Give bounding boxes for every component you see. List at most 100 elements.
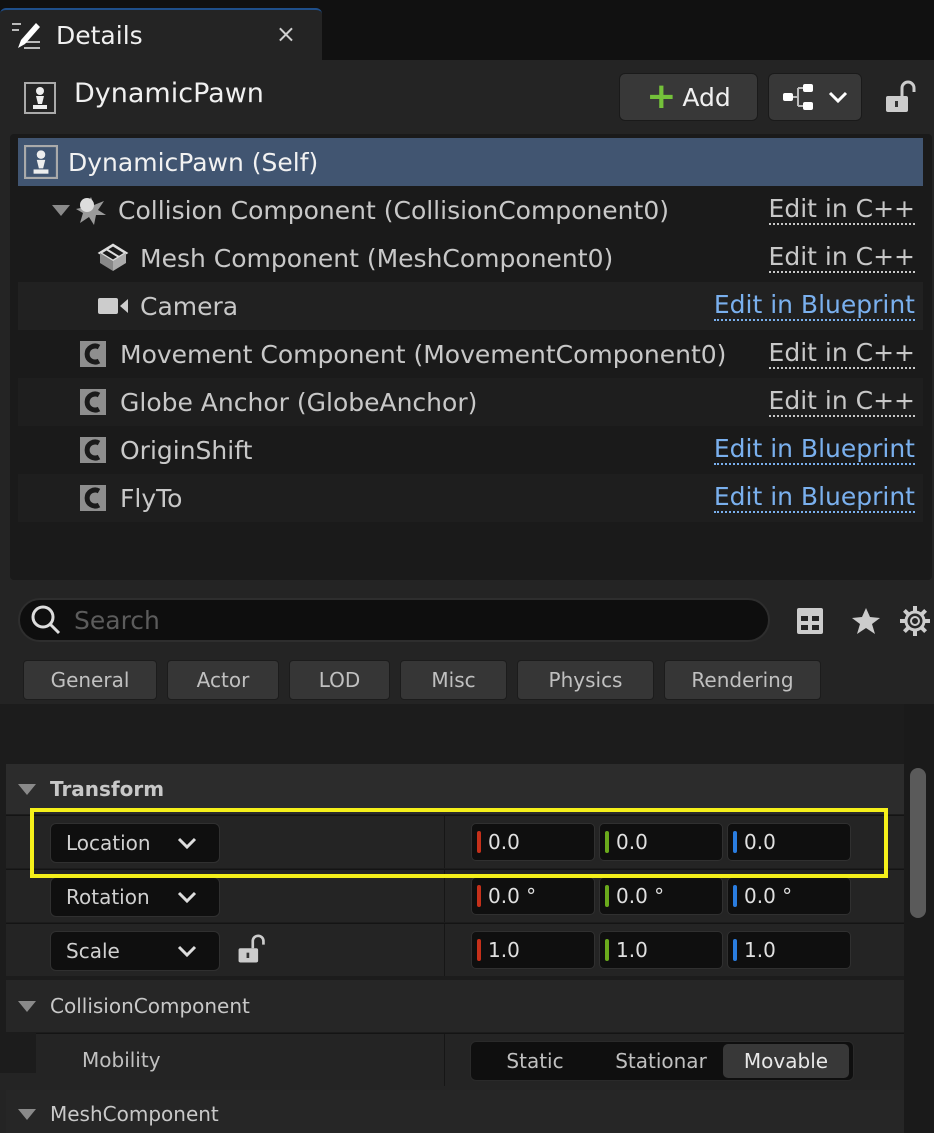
value: 0.0 °: [616, 884, 665, 908]
edit-in-blueprint-link[interactable]: Edit in Blueprint: [713, 291, 915, 321]
rotation-z-input[interactable]: 0.0 °: [727, 877, 851, 915]
unlock-icon[interactable]: [236, 934, 266, 966]
component-tree: DynamicPawn (Self) Collision Component (…: [10, 134, 932, 580]
plus-icon: +: [646, 76, 677, 117]
mobility-label: Mobility: [82, 1048, 161, 1072]
filter-rendering[interactable]: Rendering: [664, 660, 821, 700]
hierarchy-icon: [783, 84, 813, 110]
tree-item-movement[interactable]: Movement Component (MovementComponent0) …: [18, 330, 923, 378]
category-title: CollisionComponent: [50, 994, 250, 1018]
y-axis-marker: [605, 831, 609, 853]
column-divider[interactable]: [444, 1034, 445, 1086]
location-y-input[interactable]: 0.0: [599, 823, 723, 861]
filter-misc[interactable]: Misc: [400, 660, 507, 700]
tree-item-label: OriginShift: [120, 435, 253, 465]
expand-arrow-icon: [18, 1108, 36, 1120]
y-axis-marker: [605, 885, 609, 907]
camera-icon: [98, 298, 128, 314]
chevron-down-icon: [177, 837, 197, 850]
search-input[interactable]: [74, 605, 734, 635]
tree-item-mesh[interactable]: Mesh Component (MeshComponent0) Edit in …: [18, 234, 923, 282]
component-c-icon: [80, 485, 106, 511]
component-c-icon: [80, 437, 106, 463]
add-button-label: Add: [682, 82, 731, 112]
mobility-selector: Static Stationar Movable: [470, 1041, 854, 1081]
tree-item-label: FlyTo: [120, 483, 183, 513]
tree-item-label: DynamicPawn (Self): [68, 147, 319, 177]
property-row-location: Location 0.0 0.0 0.0: [6, 815, 904, 868]
property-row-mobility: Mobility Static Stationar Movable: [36, 1033, 904, 1086]
value: 0.0 °: [744, 884, 793, 908]
table-view-icon[interactable]: [794, 605, 826, 637]
hierarchy-dropdown-button[interactable]: [768, 73, 862, 121]
search-icon: [31, 605, 61, 635]
edit-in-blueprint-link[interactable]: Edit in Blueprint: [713, 483, 915, 513]
tree-item-self[interactable]: DynamicPawn (Self): [18, 138, 923, 186]
search-box[interactable]: [18, 598, 770, 642]
tree-item-flyto[interactable]: FlyTo Edit in Blueprint: [18, 474, 923, 522]
mobility-option-static[interactable]: Static: [471, 1044, 599, 1078]
filter-general[interactable]: General: [23, 660, 157, 700]
expand-arrow-icon: [18, 1000, 36, 1012]
filter-physics[interactable]: Physics: [517, 660, 654, 700]
filter-lod[interactable]: LOD: [289, 660, 390, 700]
scrollbar-thumb[interactable]: [910, 768, 926, 918]
rotation-y-input[interactable]: 0.0 °: [599, 877, 723, 915]
collision-icon: [76, 197, 106, 225]
scale-y-input[interactable]: 1.0: [599, 931, 723, 969]
scale-z-input[interactable]: 1.0: [727, 931, 851, 969]
gear-icon[interactable]: [899, 605, 931, 637]
chevron-down-icon: [177, 891, 197, 904]
tab-details[interactable]: Details ×: [0, 8, 322, 60]
mobility-option-stationary[interactable]: Stationar: [599, 1044, 723, 1078]
category-transform[interactable]: Transform: [6, 764, 904, 814]
rotation-dropdown[interactable]: Rotation: [50, 877, 220, 917]
value: 1.0: [744, 938, 776, 962]
z-axis-marker: [733, 831, 737, 853]
expand-arrow-icon[interactable]: [52, 204, 70, 216]
tree-item-label: Globe Anchor (GlobeAnchor): [120, 387, 478, 417]
filter-actor[interactable]: Actor: [167, 660, 279, 700]
property-row-rotation: Rotation 0.0 ° 0.0 ° 0.0 °: [6, 869, 904, 922]
tree-item-label: Movement Component (MovementComponent0): [120, 339, 727, 369]
location-z-input[interactable]: 0.0: [727, 823, 851, 861]
value: 0.0 °: [488, 884, 537, 908]
unlock-icon[interactable]: [884, 80, 916, 116]
chevron-down-icon: [177, 945, 197, 958]
scale-x-input[interactable]: 1.0: [471, 931, 595, 969]
category-title: Transform: [50, 777, 165, 801]
tree-item-originshift[interactable]: OriginShift Edit in Blueprint: [18, 426, 923, 474]
close-icon[interactable]: ×: [276, 20, 296, 48]
add-component-button[interactable]: + Add: [619, 73, 758, 121]
rotation-x-input[interactable]: 0.0 °: [471, 877, 595, 915]
category-mesh-component[interactable]: MeshComponent: [6, 1090, 904, 1133]
value: 1.0: [616, 938, 648, 962]
value: 0.0: [488, 830, 520, 854]
scale-dropdown[interactable]: Scale: [50, 931, 220, 971]
column-divider[interactable]: [444, 870, 445, 922]
column-divider[interactable]: [444, 816, 445, 868]
pawn-icon: [24, 82, 56, 114]
tab-title: Details: [56, 20, 143, 50]
edit-in-cpp-link[interactable]: Edit in C++: [768, 387, 915, 417]
edit-in-cpp-link[interactable]: Edit in C++: [768, 195, 915, 225]
tree-item-collision[interactable]: Collision Component (CollisionComponent0…: [18, 186, 923, 234]
edit-in-cpp-link[interactable]: Edit in C++: [768, 339, 915, 369]
star-icon[interactable]: [850, 605, 882, 637]
location-x-input[interactable]: 0.0: [471, 823, 595, 861]
edit-in-cpp-link[interactable]: Edit in C++: [768, 243, 915, 273]
value: 0.0: [744, 830, 776, 854]
z-axis-marker: [733, 939, 737, 961]
tab-bar: Details ×: [0, 0, 934, 60]
details-pencil-icon: [12, 23, 40, 49]
combo-label: Location: [66, 831, 151, 855]
tree-item-globe-anchor[interactable]: Globe Anchor (GlobeAnchor) Edit in C++: [18, 378, 923, 426]
column-divider[interactable]: [444, 924, 445, 976]
property-list: Transform Location 0.0 0.0 0.0 Rotation …: [0, 704, 904, 1086]
location-dropdown[interactable]: Location: [50, 823, 220, 863]
x-axis-marker: [477, 831, 481, 853]
tree-item-camera[interactable]: Camera Edit in Blueprint: [18, 282, 923, 330]
mobility-option-movable[interactable]: Movable: [723, 1044, 849, 1078]
edit-in-blueprint-link[interactable]: Edit in Blueprint: [713, 435, 915, 465]
category-collision-component[interactable]: CollisionComponent: [6, 980, 904, 1032]
